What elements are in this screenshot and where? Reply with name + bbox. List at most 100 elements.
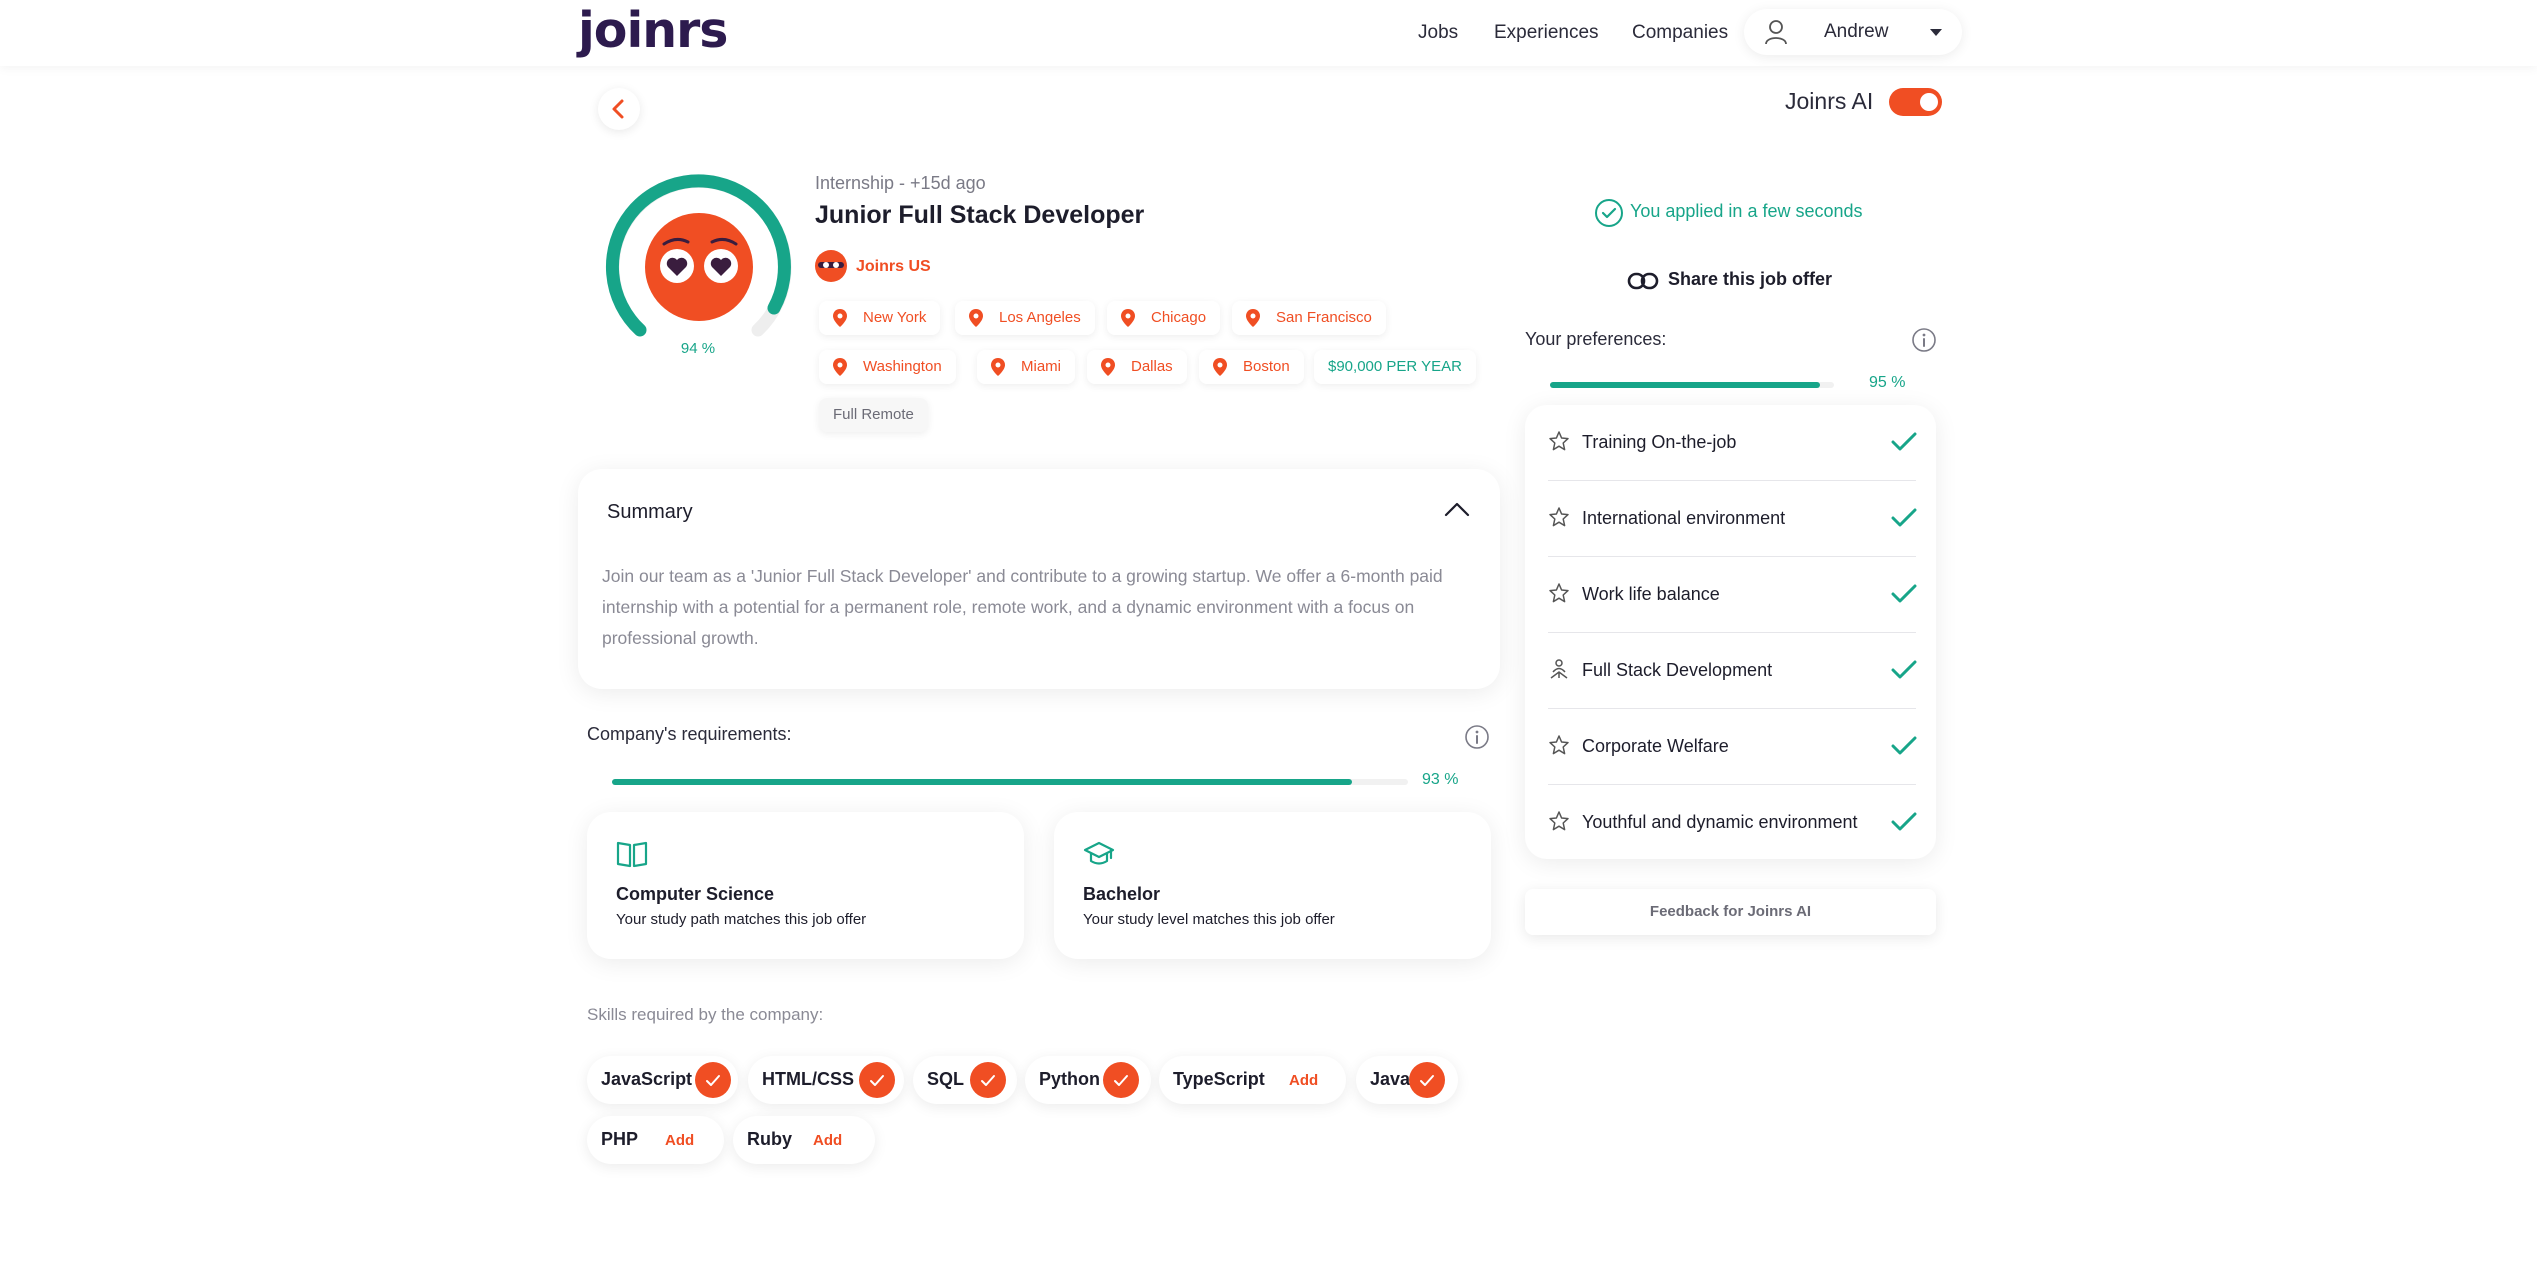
check-icon bbox=[1891, 812, 1917, 831]
graduation-cap-icon bbox=[1083, 841, 1115, 865]
preferences-progress bbox=[1550, 382, 1834, 388]
person-network-icon bbox=[1550, 659, 1568, 679]
feedback-button[interactable]: Feedback for Joinrs AI bbox=[1525, 889, 1936, 935]
top-header: joinrs Jobs Experiences Companies Andrew bbox=[0, 0, 2537, 66]
company-logo-mascot bbox=[818, 262, 844, 268]
check-icon[interactable] bbox=[859, 1062, 895, 1098]
skill-chip-sql: SQL bbox=[913, 1056, 1017, 1104]
check-icon[interactable] bbox=[970, 1062, 1006, 1098]
back-button[interactable] bbox=[598, 88, 640, 130]
location-pin-icon bbox=[833, 309, 847, 327]
location-pin-icon bbox=[833, 358, 847, 376]
requirement-card-study-path: Computer Science Your study path matches… bbox=[587, 812, 1024, 959]
company-logo[interactable] bbox=[815, 250, 847, 282]
location-chip: Chicago bbox=[1107, 301, 1221, 335]
chevron-up-icon[interactable] bbox=[1444, 501, 1470, 517]
check-icon bbox=[1891, 432, 1917, 451]
preferences-percent: 95 % bbox=[1869, 374, 1906, 391]
star-icon bbox=[1549, 507, 1569, 527]
location-pin-icon bbox=[1246, 309, 1260, 327]
chevron-left-icon bbox=[612, 99, 624, 119]
add-skill-button[interactable]: Add bbox=[813, 1132, 842, 1149]
user-name: Andrew bbox=[1824, 21, 1889, 42]
skill-chip-php: PHP Add bbox=[587, 1116, 724, 1164]
preference-item: Work life balance bbox=[1548, 557, 1917, 633]
requirement-title: Bachelor bbox=[1083, 884, 1161, 904]
preference-item: Youthful and dynamic environment bbox=[1548, 785, 1917, 861]
check-icon bbox=[1891, 660, 1917, 679]
star-icon bbox=[1549, 811, 1569, 831]
requirements-progress bbox=[612, 779, 1408, 785]
check-icon[interactable] bbox=[1103, 1062, 1139, 1098]
chevron-down-icon bbox=[1930, 29, 1942, 36]
skill-chip-ruby: Ruby Add bbox=[733, 1116, 875, 1164]
star-icon bbox=[1549, 583, 1569, 603]
check-icon bbox=[1891, 584, 1917, 603]
link-icon bbox=[1627, 272, 1659, 290]
skill-chip-typescript: TypeScript Add bbox=[1159, 1056, 1346, 1104]
summary-text: Join our team as a 'Junior Full Stack De… bbox=[602, 566, 1443, 648]
info-icon[interactable] bbox=[1464, 724, 1490, 750]
preference-item: International environment bbox=[1548, 481, 1917, 557]
job-title: Junior Full Stack Developer bbox=[815, 201, 1145, 229]
nav-experiences[interactable]: Experiences bbox=[1494, 22, 1599, 44]
star-icon bbox=[1549, 735, 1569, 755]
skill-chip-python: Python bbox=[1025, 1056, 1151, 1104]
joinrs-ai-toggle[interactable] bbox=[1889, 88, 1942, 116]
preference-item: Full Stack Development bbox=[1548, 633, 1917, 709]
add-skill-button[interactable]: Add bbox=[1289, 1072, 1318, 1089]
joinrs-ai-label: Joinrs AI bbox=[1785, 88, 1874, 114]
requirements-progress-fill bbox=[612, 779, 1353, 785]
share-job-button[interactable]: Share this job offer bbox=[1668, 269, 1832, 290]
match-score-gauge bbox=[605, 174, 792, 337]
location-chip: Washington bbox=[819, 350, 956, 384]
preference-item: Training On-the-job bbox=[1548, 405, 1917, 481]
preferences-progress-fill bbox=[1550, 382, 1820, 388]
salary-chip: $90,000 PER YEAR bbox=[1314, 350, 1476, 384]
skill-chip-java: Java bbox=[1356, 1056, 1458, 1104]
location-pin-icon bbox=[969, 309, 983, 327]
job-meta: Internship - +15d ago bbox=[815, 173, 986, 193]
check-circle-icon bbox=[1595, 199, 1623, 227]
skills-label: Skills required by the company: bbox=[587, 1005, 824, 1024]
location-chip: New York bbox=[819, 301, 941, 335]
requirements-percent: 93 % bbox=[1422, 771, 1459, 788]
company-name[interactable]: Joinrs US bbox=[856, 258, 931, 276]
check-icon[interactable] bbox=[1409, 1062, 1445, 1098]
location-chip: Boston bbox=[1199, 350, 1304, 384]
requirement-title: Computer Science bbox=[616, 884, 775, 904]
summary-card: Summary Join our team as a 'Junior Full … bbox=[578, 469, 1500, 689]
nav-companies[interactable]: Companies bbox=[1632, 22, 1728, 44]
location-chip: Los Angeles bbox=[955, 301, 1095, 335]
requirements-label: Company's requirements: bbox=[587, 724, 792, 744]
location-chip: Dallas bbox=[1087, 350, 1187, 384]
book-icon bbox=[616, 841, 648, 868]
check-icon bbox=[1891, 508, 1917, 527]
preferences-label: Your preferences: bbox=[1525, 329, 1667, 349]
add-skill-button[interactable]: Add bbox=[665, 1132, 694, 1149]
skill-chip-html-css: HTML/CSS bbox=[748, 1056, 904, 1104]
preferences-card: Training On-the-job International enviro… bbox=[1525, 405, 1936, 859]
match-score-percent: 94 % bbox=[680, 340, 716, 357]
star-icon bbox=[1549, 431, 1569, 451]
requirement-subtitle: Your study level matches this job offer bbox=[1083, 911, 1335, 928]
requirement-card-study-level: Bachelor Your study level matches this j… bbox=[1054, 812, 1491, 959]
location-pin-icon bbox=[1213, 358, 1227, 376]
user-icon bbox=[1765, 20, 1787, 45]
summary-title: Summary bbox=[607, 501, 693, 523]
user-menu[interactable]: Andrew bbox=[1744, 9, 1962, 55]
applied-status: You applied in a few seconds bbox=[1630, 201, 1863, 221]
check-icon bbox=[1891, 736, 1917, 755]
location-pin-icon bbox=[1101, 358, 1115, 376]
location-chip: San Francisco bbox=[1232, 301, 1386, 335]
preference-item: Corporate Welfare bbox=[1548, 709, 1917, 785]
location-pin-icon bbox=[991, 358, 1005, 376]
joinrs-logo[interactable]: joinrs bbox=[578, 2, 728, 59]
info-icon[interactable] bbox=[1911, 327, 1937, 353]
location-chip: Miami bbox=[977, 350, 1075, 384]
nav-jobs[interactable]: Jobs bbox=[1418, 22, 1458, 44]
check-icon[interactable] bbox=[695, 1062, 731, 1098]
requirement-subtitle: Your study path matches this job offer bbox=[616, 911, 867, 928]
work-mode-chip: Full Remote bbox=[819, 398, 928, 432]
location-pin-icon bbox=[1121, 309, 1135, 327]
